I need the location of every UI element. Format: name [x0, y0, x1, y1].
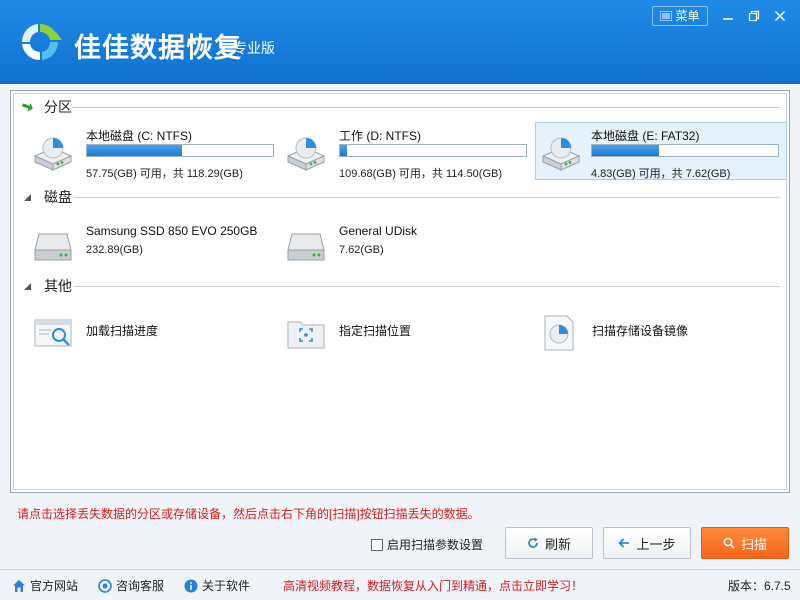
- search-icon: [723, 537, 735, 549]
- hard-drive-icon: [541, 137, 581, 171]
- close-icon: [774, 10, 786, 22]
- scan-button[interactable]: 扫描: [701, 527, 789, 559]
- section-others-title: 其他: [44, 278, 72, 294]
- section-divider: [74, 197, 780, 198]
- section-disks[interactable]: 磁盘: [20, 187, 72, 207]
- minimize-icon: [723, 18, 733, 20]
- other-label: 扫描存储设备镜像: [592, 324, 689, 338]
- maximize-icon: [748, 10, 760, 22]
- specify-scan-location[interactable]: 指定扫描位置: [276, 304, 526, 360]
- refresh-label: 刷新: [544, 536, 571, 552]
- section-partitions-title: 分区: [44, 99, 72, 115]
- partition-tile-c[interactable]: 本地磁盘 (C: NTFS) 57.75(GB) 可用，共 118.29(GB): [23, 124, 274, 180]
- partition-name: 本地磁盘 (C: NTFS): [86, 129, 192, 143]
- close-button[interactable]: [769, 6, 791, 26]
- partition-usage-text: 109.68(GB) 可用，共 114.50(GB): [339, 168, 503, 180]
- section-others[interactable]: 其他: [20, 276, 72, 296]
- headset-icon: [98, 578, 112, 593]
- about-software-link[interactable]: 关于软件: [184, 577, 250, 594]
- scan-device-image[interactable]: 扫描存储设备镜像: [529, 304, 779, 360]
- menu-button[interactable]: 菜单: [652, 6, 708, 26]
- load-progress-icon: [34, 319, 72, 347]
- partition-usage-fill: [592, 145, 659, 156]
- app-logo-icon: [21, 23, 62, 61]
- scan-params-option[interactable]: 启用扫描参数设置: [371, 536, 483, 553]
- section-divider: [72, 107, 780, 108]
- load-scan-progress[interactable]: 加载扫描进度: [23, 304, 273, 360]
- section-partitions[interactable]: 分区: [20, 97, 72, 117]
- minimize-button[interactable]: [717, 6, 739, 26]
- maximize-button[interactable]: [743, 6, 765, 26]
- title-bar: 佳佳数据恢复 专业版 菜单: [0, 0, 800, 84]
- disk-size: 232.89(GB): [86, 244, 143, 256]
- other-label: 加载扫描进度: [86, 324, 159, 338]
- partition-usage-bar: [86, 144, 274, 157]
- disk-drive-icon: [34, 233, 72, 261]
- device-panel-inner: 分区 本地磁盘 (C: NTFS) 57.75(GB) 可用，共 118.29(…: [13, 93, 787, 490]
- section-divider: [74, 286, 780, 287]
- scan-params-label: 启用扫描参数设置: [387, 538, 484, 552]
- partition-name: 本地磁盘 (E: FAT32): [591, 129, 700, 143]
- partition-usage-text: 57.75(GB) 可用，共 118.29(GB): [86, 168, 243, 180]
- app-title: 佳佳数据恢复: [74, 33, 242, 64]
- arrow-left-icon: [618, 538, 630, 548]
- refresh-icon: [528, 537, 538, 548]
- device-image-icon: [544, 315, 574, 351]
- scan-params-checkbox[interactable]: [371, 538, 383, 551]
- back-label: 上一步: [636, 536, 676, 552]
- collapse-arrow-icon: [20, 281, 34, 291]
- refresh-button[interactable]: 刷新: [505, 527, 593, 559]
- info-icon: [184, 579, 198, 592]
- app-edition: 专业版: [233, 40, 275, 56]
- hard-drive-icon: [33, 137, 73, 171]
- expand-arrow-icon: [20, 100, 34, 114]
- partition-usage-fill: [87, 145, 182, 156]
- menu-label: 菜单: [675, 9, 700, 23]
- disk-tile-udisk[interactable]: General UDisk 7.62(GB): [276, 216, 526, 272]
- customer-support-label: 咨询客服: [116, 579, 165, 593]
- partition-usage-text: 4.83(GB) 可用，共 7.62(GB): [591, 168, 731, 180]
- partition-usage-fill: [340, 145, 348, 156]
- scan-location-icon: [287, 321, 325, 349]
- home-icon: [13, 579, 25, 592]
- video-tutorial-link[interactable]: 高清视频教程，数据恢复从入门到精通，点击立即学习！: [283, 577, 583, 594]
- disk-name: General UDisk: [339, 224, 418, 238]
- hard-drive-icon: [286, 137, 326, 171]
- version-text: 版本：6.7.5: [728, 579, 791, 593]
- partition-tile-d[interactable]: 工作 (D: NTFS) 109.68(GB) 可用，共 114.50(GB): [276, 124, 527, 180]
- partition-name: 工作 (D: NTFS): [339, 129, 421, 143]
- section-disks-title: 磁盘: [44, 189, 72, 205]
- status-bar: 官方网站 咨询客服 关于软件 高清视频教程，数据恢复从入门到精通，点击立即学习！…: [0, 569, 800, 600]
- about-software-label: 关于软件: [202, 579, 251, 593]
- disk-drive-icon: [287, 233, 325, 261]
- official-website-link[interactable]: 官方网站: [12, 577, 78, 594]
- back-button[interactable]: 上一步: [603, 527, 691, 559]
- partition-usage-bar: [591, 144, 779, 157]
- instruction-hint: 请点击选择丢失数据的分区或存储设备，然后点击右下角的[扫描]按钮扫描丢失的数据。: [17, 507, 480, 521]
- partition-tile-e[interactable]: 本地磁盘 (E: FAT32) 4.83(GB) 可用，共 7.62(GB): [535, 122, 787, 180]
- menu-list-icon: [660, 11, 673, 21]
- disk-name: Samsung SSD 850 EVO 250GB: [86, 224, 258, 238]
- scan-label: 扫描: [740, 536, 767, 552]
- other-label: 指定扫描位置: [339, 324, 412, 338]
- device-panel: 分区 本地磁盘 (C: NTFS) 57.75(GB) 可用，共 118.29(…: [10, 90, 790, 493]
- disk-tile-samsung[interactable]: Samsung SSD 850 EVO 250GB 232.89(GB): [23, 216, 273, 272]
- disk-size: 7.62(GB): [339, 244, 384, 256]
- official-website-label: 官方网站: [30, 579, 79, 593]
- partition-usage-bar: [339, 144, 527, 157]
- customer-support-link[interactable]: 咨询客服: [98, 577, 164, 594]
- collapse-arrow-icon: [20, 192, 34, 202]
